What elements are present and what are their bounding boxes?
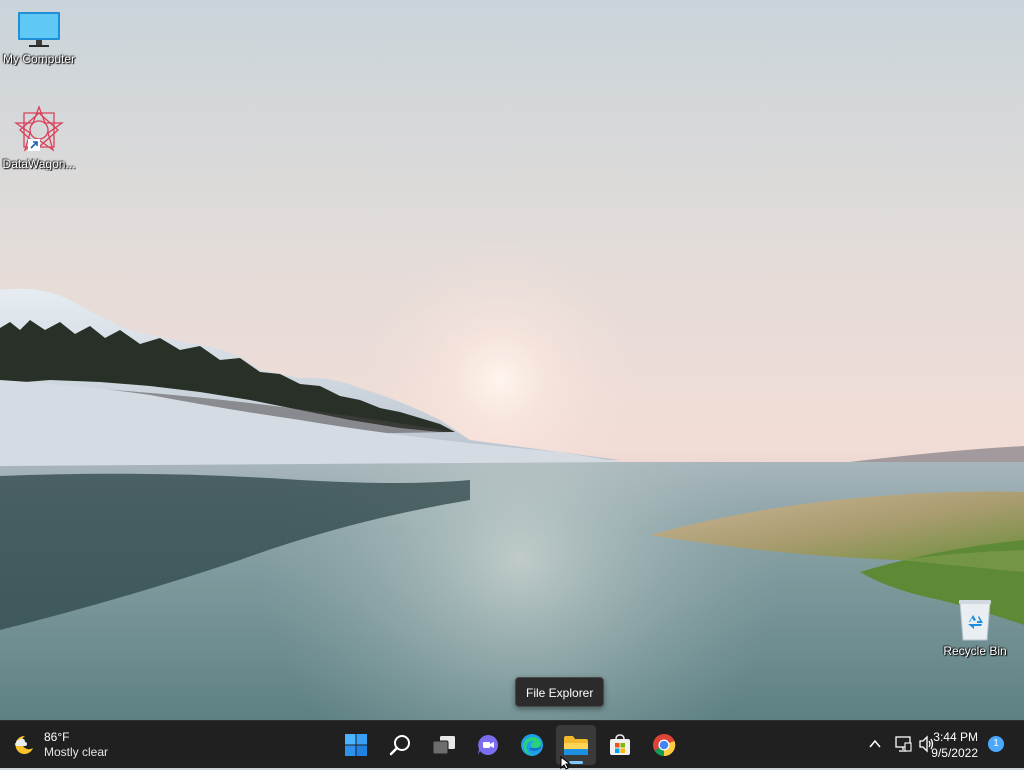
store-button[interactable] (600, 725, 640, 765)
notification-badge[interactable]: 1 (988, 736, 1004, 752)
desktop-icon-label: Recycle Bin (943, 644, 1007, 658)
datawagon-logo-icon (14, 105, 64, 152)
file-explorer-tooltip: File Explorer (515, 677, 605, 707)
taskbar-apps (336, 725, 688, 765)
store-icon (610, 734, 630, 755)
chat-button[interactable] (468, 725, 508, 765)
weather-temperature: 86°F (44, 730, 70, 744)
edge-icon (521, 734, 543, 756)
desktop-icon-recycle-bin[interactable]: Recycle Bin (936, 598, 1014, 658)
windows-logo-icon (345, 734, 367, 756)
desktop[interactable]: My Computer DataWagon... Recycle Bin Fil… (0, 0, 1024, 720)
weather-widget[interactable]: 86°F Mostly clear (12, 725, 108, 765)
search-button[interactable] (380, 725, 420, 765)
wallpaper-lake-landscape (0, 0, 1024, 720)
task-view-icon (432, 736, 455, 755)
folder-icon (564, 736, 588, 755)
clock-time: 3:44 PM (933, 730, 978, 744)
desktop-icon-label: DataWagon... (2, 157, 76, 171)
taskbar-clock[interactable]: 3:44 PM 9/5/2022 (931, 729, 978, 761)
clock-date: 9/5/2022 (931, 746, 978, 760)
system-tray: 3:44 PM 9/5/2022 1 (824, 721, 1024, 769)
start-button[interactable] (336, 725, 376, 765)
weather-condition: Mostly clear (44, 745, 109, 759)
network-icon[interactable] (894, 735, 912, 753)
chrome-button[interactable] (644, 725, 684, 765)
search-icon (389, 735, 410, 756)
task-view-button[interactable] (424, 725, 464, 765)
teams-chat-icon (478, 735, 498, 755)
monitor-icon (18, 12, 60, 47)
chrome-icon (653, 733, 676, 757)
desktop-icon-label: My Computer (2, 52, 76, 66)
desktop-icon-datawagon[interactable]: DataWagon... (0, 105, 78, 171)
moon-cloud-icon (15, 735, 33, 754)
edge-button[interactable] (512, 725, 552, 765)
chevron-up-icon[interactable] (868, 737, 882, 751)
desktop-icon-my-computer[interactable]: My Computer (0, 10, 78, 66)
recycle-bin-icon (959, 600, 991, 641)
taskbar: 86°F Mostly clear 3:44 PM 9/5/2022 1 (0, 720, 1024, 768)
